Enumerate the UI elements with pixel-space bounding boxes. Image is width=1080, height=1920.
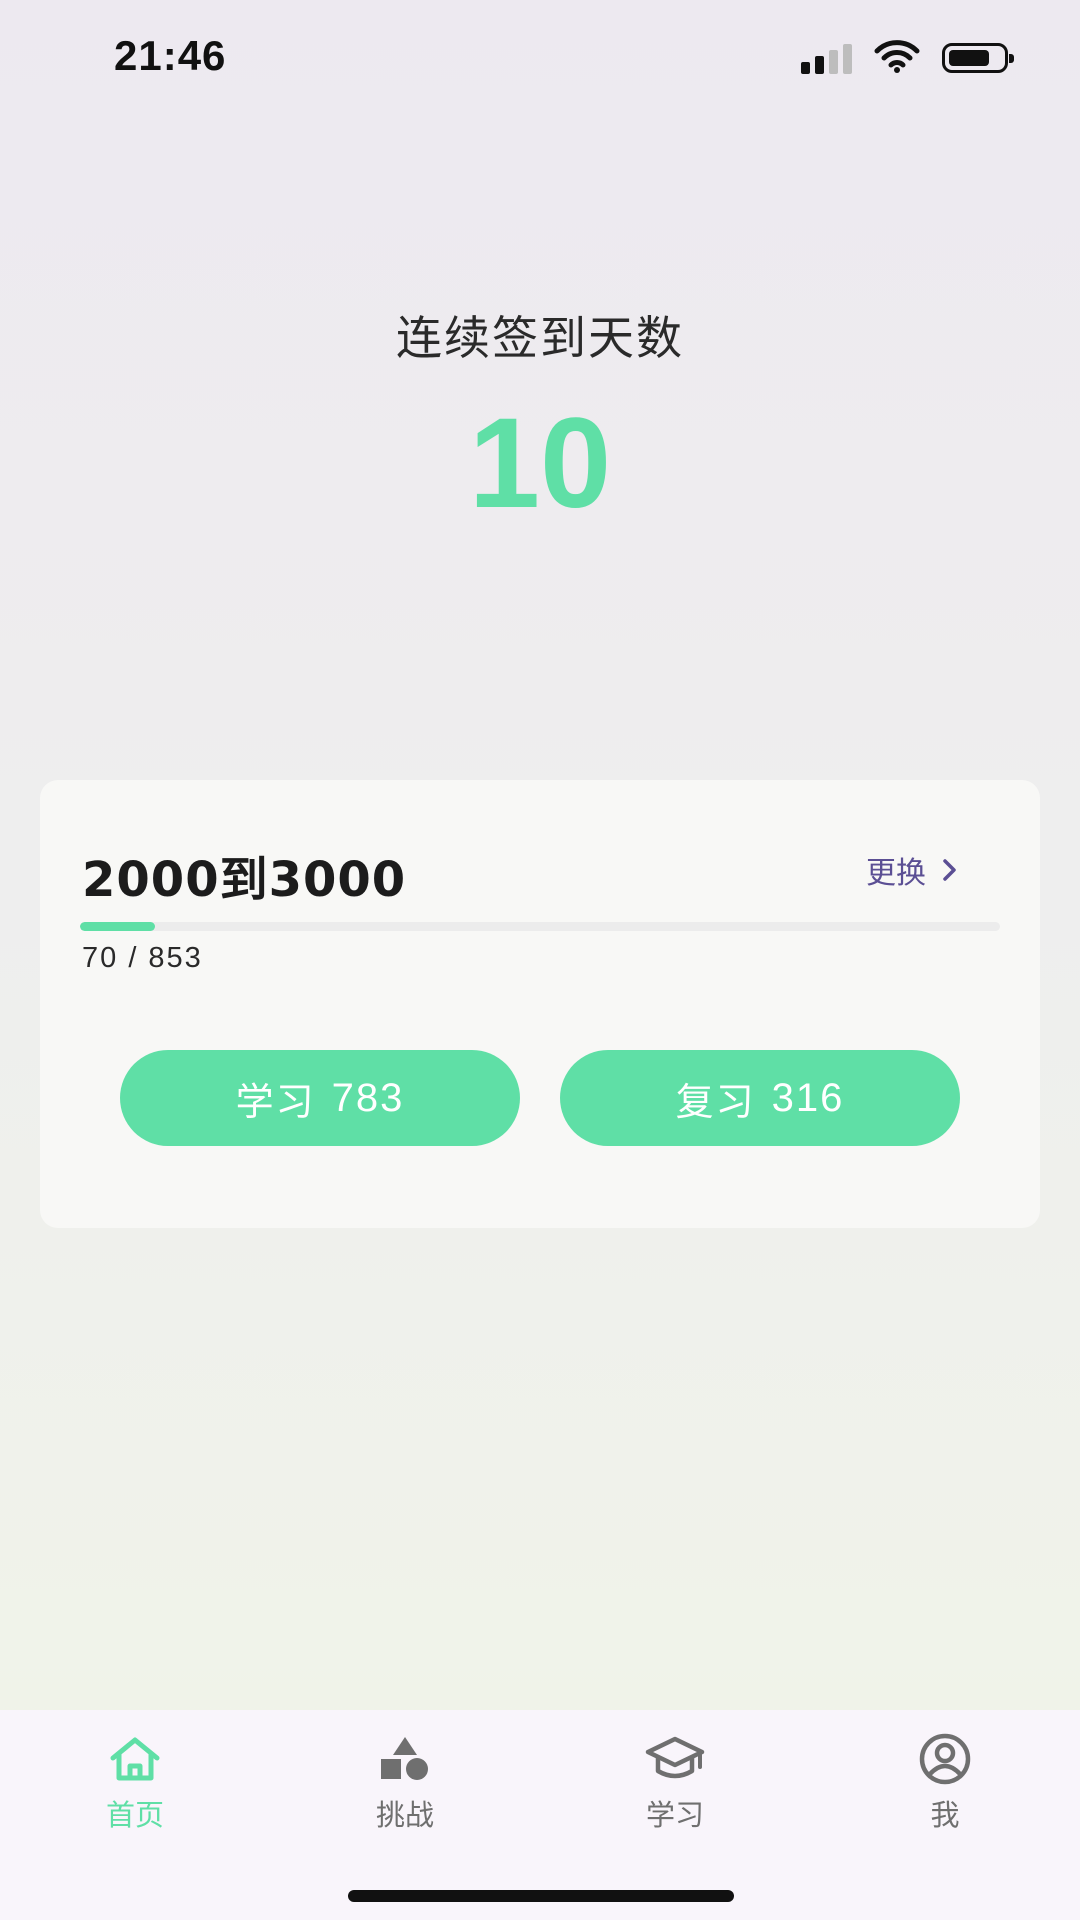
battery-icon — [942, 43, 1014, 73]
learn-button-label: 学习 — [235, 1079, 316, 1124]
shapes-icon — [377, 1730, 433, 1788]
learn-count: 783 — [331, 1075, 405, 1120]
tab-bar: 首页 挑战 学习 我 — [0, 1710, 1080, 1920]
change-book-label: 更换 — [866, 856, 926, 891]
tab-study-label: 学习 — [645, 1798, 704, 1832]
tab-study[interactable]: 学习 — [575, 1730, 775, 1850]
review-button[interactable]: 复习 316 — [560, 1050, 960, 1146]
streak-count: 10 — [468, 392, 612, 535]
status-time: 21:46 — [114, 32, 227, 79]
status-icons — [801, 39, 1014, 77]
tab-challenge[interactable]: 挑战 — [305, 1730, 505, 1850]
review-button-label: 复习 — [675, 1079, 756, 1124]
progress-fill — [80, 922, 156, 931]
graduation-cap-icon — [644, 1730, 706, 1788]
tab-home[interactable]: 首页 — [35, 1730, 235, 1850]
wifi-icon — [874, 39, 920, 77]
tab-challenge-label: 挑战 — [375, 1798, 434, 1832]
signal-icon — [801, 42, 852, 74]
tab-me-label: 我 — [930, 1798, 960, 1832]
tab-home-label: 首页 — [105, 1798, 164, 1832]
home-icon — [108, 1730, 162, 1788]
progress-text: 70 / 853 — [82, 942, 203, 974]
tab-me[interactable]: 我 — [845, 1730, 1045, 1850]
streak-label: 连续签到天数 — [396, 311, 684, 365]
chevron-right-icon — [942, 858, 958, 882]
change-book-button[interactable]: 更换 — [866, 848, 958, 892]
word-book-card: 2000到3000 更换 70 / 853 学习 783 复习 316 — [40, 780, 1040, 1228]
word-book-title: 2000到3000 — [82, 852, 407, 908]
status-bar: 21:46 — [0, 0, 1080, 118]
review-count: 316 — [771, 1075, 845, 1120]
user-circle-icon — [918, 1730, 972, 1788]
home-indicator[interactable] — [348, 1890, 734, 1902]
learn-button[interactable]: 学习 783 — [120, 1050, 520, 1146]
progress-bar — [80, 922, 1000, 931]
